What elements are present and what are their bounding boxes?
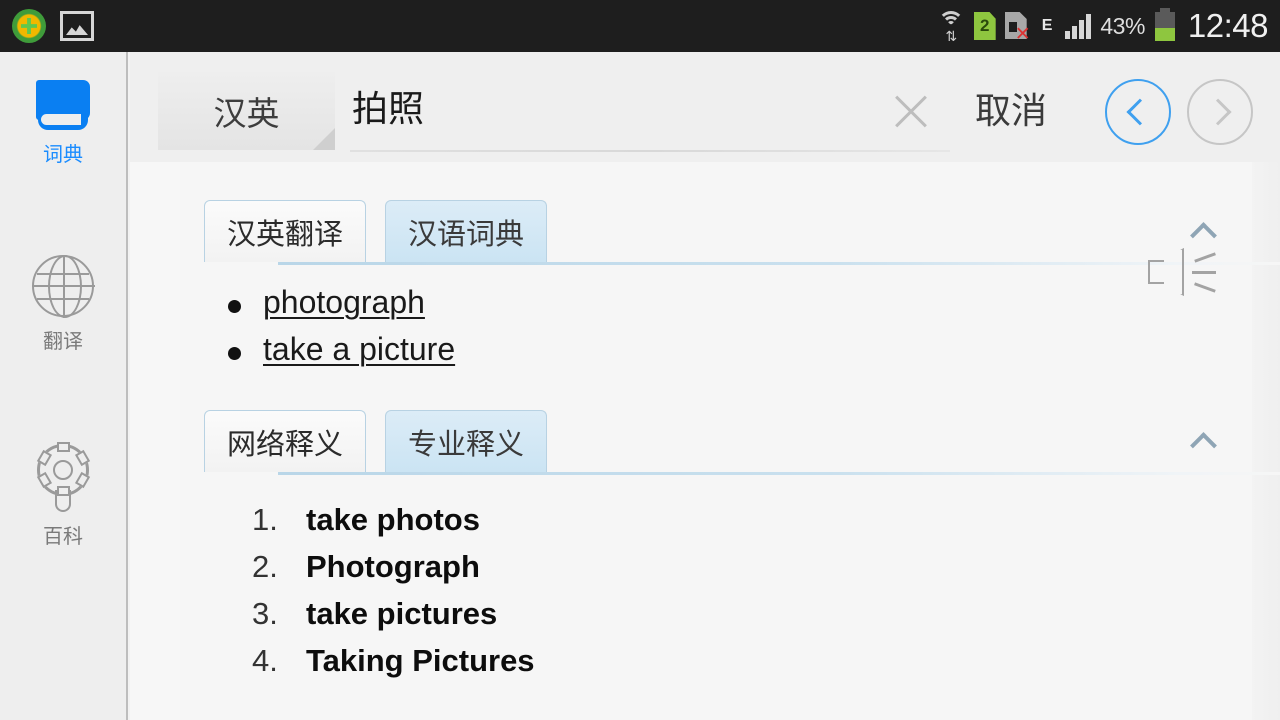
sidebar-item-label-dictionary: 词典 <box>43 144 83 166</box>
tab-zhuanye-shiyi[interactable]: 专业释义 <box>385 410 548 472</box>
tab-wangluo-shiyi[interactable]: 网络释义 <box>204 410 367 472</box>
sidebar-item-label-translate: 翻译 <box>43 331 83 353</box>
cancel-button[interactable]: 取消 <box>975 82 1047 134</box>
web-definition-tab-row: 网络释义 专业释义 <box>204 410 1280 475</box>
sidebar-item-dictionary[interactable]: 词典 <box>0 80 127 167</box>
sidebar-item-translate[interactable]: 翻译 <box>0 254 127 354</box>
search-input-underline <box>350 150 950 152</box>
status-bar-right: ⇅ 2 ✕ E 43% 12:48 <box>937 7 1280 45</box>
close-icon[interactable] <box>884 84 938 138</box>
list-item: take pictures <box>252 596 1280 632</box>
chevron-left-icon <box>1126 98 1154 126</box>
battery-icon <box>1154 7 1175 41</box>
search-input-value: 拍照 <box>352 88 425 129</box>
globe-icon <box>31 254 95 318</box>
translation-link[interactable]: take a picture <box>263 331 455 368</box>
results-panel: 汉英翻译 汉语词典 photograph take a picture 网络释义… <box>130 162 1280 720</box>
definition-text: Taking Pictures <box>306 643 535 678</box>
sidebar: 词典 翻译 百科 <box>0 52 128 720</box>
tab-label: 网络释义 <box>227 428 344 461</box>
definition-text: Photograph <box>306 549 480 584</box>
clock-label: 12:48 <box>1187 7 1269 44</box>
bullet-icon <box>228 347 241 360</box>
tab-underline <box>278 262 1280 265</box>
section-translation: 汉英翻译 汉语词典 photograph take a picture <box>130 162 1280 368</box>
translation-link[interactable]: photograph <box>263 284 425 321</box>
chevron-right-icon <box>1204 98 1232 126</box>
book-icon <box>36 80 90 130</box>
cellular-signal-icon <box>1065 13 1092 39</box>
chevron-up-icon[interactable] <box>1192 218 1218 244</box>
back-button[interactable] <box>1105 79 1171 145</box>
translation-tab-row: 汉英翻译 汉语词典 <box>204 200 1280 265</box>
forward-button[interactable] <box>1187 79 1253 145</box>
sidebar-item-encyclopedia[interactable]: 百科 <box>0 442 127 549</box>
chevron-up-icon[interactable] <box>1192 428 1218 454</box>
tab-label: 汉语词典 <box>408 218 525 251</box>
sidebar-item-label-encyclopedia: 百科 <box>43 526 83 548</box>
list-item: take a picture <box>228 331 1280 368</box>
translation-list: photograph take a picture <box>228 284 1280 368</box>
appstore-icon <box>12 9 46 43</box>
search-input[interactable]: 拍照 <box>322 70 950 152</box>
tab-label: 专业释义 <box>408 428 525 461</box>
battery-percent-label: 43% <box>1100 12 1145 39</box>
gallery-icon <box>60 11 94 41</box>
list-item: photograph <box>228 284 1280 321</box>
section-web-definitions: 网络释义 专业释义 take photos Photograph take pi… <box>130 378 1280 679</box>
gear-icon <box>32 442 94 512</box>
bullet-icon <box>228 300 241 313</box>
language-selector[interactable]: 汉英 <box>158 72 335 150</box>
web-definition-list: take photos Photograph take pictures Tak… <box>252 502 1280 679</box>
tab-hanyu-cidian[interactable]: 汉语词典 <box>385 200 548 262</box>
wifi-icon: ⇅ <box>937 11 965 43</box>
list-item: Taking Pictures <box>252 643 1280 679</box>
search-toolbar: 汉英 拍照 取消 <box>130 52 1280 162</box>
list-item: Photograph <box>252 549 1280 585</box>
status-bar: ⇅ 2 ✕ E 43% 12:48 <box>0 0 1280 52</box>
tab-label: 汉英翻译 <box>227 218 344 251</box>
speaker-icon[interactable] <box>1148 248 1218 300</box>
status-bar-left <box>0 9 94 43</box>
tab-underline <box>278 472 1280 475</box>
language-selector-label: 汉英 <box>213 95 280 132</box>
list-item: take photos <box>252 502 1280 538</box>
tab-hanying-fanyi[interactable]: 汉英翻译 <box>204 200 367 262</box>
definition-text: take photos <box>306 502 480 537</box>
network-type-label: E <box>1041 17 1053 34</box>
no-sim-card-icon: ✕ <box>1004 12 1031 44</box>
app-root: ⇅ 2 ✕ E 43% 12:48 词典 翻译 百科 汉英 拍照 取消 汉英翻译… <box>0 0 1280 720</box>
sim2-icon: 2 <box>973 12 996 40</box>
definition-text: take pictures <box>306 596 498 631</box>
